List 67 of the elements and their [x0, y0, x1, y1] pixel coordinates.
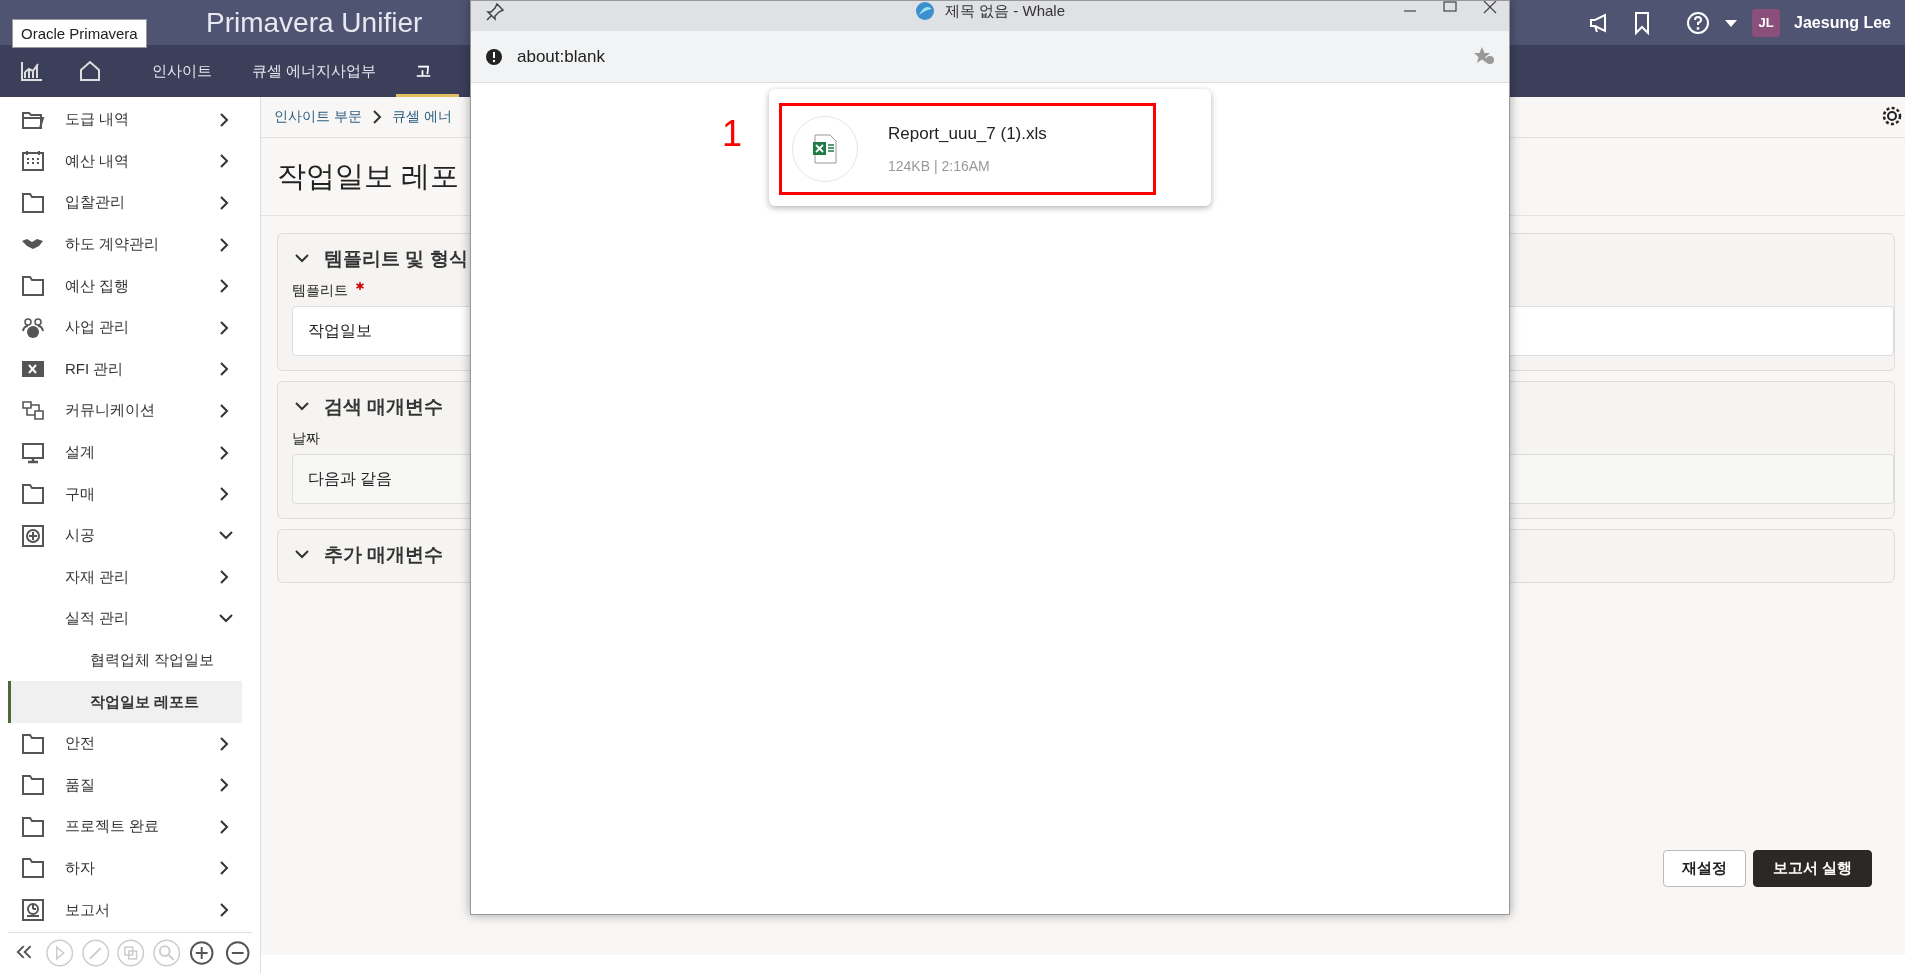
home-icon[interactable] — [78, 60, 102, 82]
chart-icon[interactable] — [20, 60, 44, 82]
folder-icon — [21, 814, 45, 839]
folder-icon — [21, 482, 45, 507]
sidebar-item[interactable]: 사업 관리 — [8, 306, 242, 349]
people-icon — [21, 315, 45, 340]
sidebar-item[interactable]: RFI 관리 — [8, 348, 242, 391]
folder-icon — [21, 191, 45, 215]
field-label: 날짜 — [292, 430, 320, 448]
chevron-right-icon — [371, 110, 382, 124]
info-icon[interactable] — [485, 47, 503, 66]
help-icon[interactable] — [1686, 10, 1711, 35]
sidebar-item[interactable]: 도급 내역 — [8, 99, 242, 141]
user-avatar[interactable]: JL — [1752, 8, 1781, 37]
page-title: 작업일보 레포 — [277, 158, 460, 194]
section-title[interactable]: 추가 매개변수 — [324, 542, 444, 568]
sidebar-item[interactable]: 설계 — [8, 431, 242, 474]
file-name[interactable]: Report_uuu_7 (1).xls — [888, 124, 1047, 144]
address-field[interactable]: about:blank — [517, 46, 605, 67]
folder-icon — [21, 773, 45, 798]
spreadsheet-file-icon[interactable] — [812, 134, 838, 164]
sidebar-item[interactable]: 시공 — [8, 514, 242, 557]
folder-icon — [21, 274, 45, 299]
folder-icon — [21, 856, 45, 881]
breadcrumb-link[interactable]: 인사이트 부문 — [274, 108, 362, 126]
monitor-icon — [21, 440, 45, 465]
nav-tab[interactable]: 인사이트 — [132, 45, 232, 97]
sidebar-item[interactable]: 예산 내역 — [8, 140, 242, 183]
sidebar-item[interactable]: 프로젝트 완료 — [8, 806, 242, 848]
breadcrumb-link[interactable]: 큐셀 에너 — [391, 108, 452, 126]
reset-button[interactable]: 재설정 — [1662, 850, 1746, 887]
sidebar-item[interactable]: 안전 — [8, 722, 242, 765]
sidebar-item[interactable]: 품질 — [8, 764, 242, 807]
plus-box-icon — [21, 523, 45, 548]
communication-icon — [21, 398, 45, 423]
calendar-icon — [21, 149, 45, 174]
file-details: 124KB | 2:16AM — [888, 158, 991, 174]
browser-logo-icon — [915, 1, 935, 21]
sidebar-item[interactable]: 자재 관리 — [8, 556, 242, 599]
window-title: 제목 없음 - Whale — [945, 1, 1065, 21]
star-icon[interactable] — [1473, 46, 1495, 66]
settings-icon[interactable] — [1881, 105, 1903, 127]
nav-tab[interactable]: 큐셀 에너지사업부 — [232, 45, 397, 97]
annotation-number: 1 — [722, 113, 743, 155]
sidebar-item[interactable]: 하자 — [8, 847, 242, 890]
field-label: 템플리트 — [292, 282, 348, 300]
section-title[interactable]: 검색 매개변수 — [324, 394, 444, 420]
sidebar-item[interactable]: 입찰관리 — [8, 182, 242, 224]
sidebar-item[interactable]: 실적 관리 — [8, 598, 242, 640]
section-title[interactable]: 템플리트 및 형식 — [324, 246, 468, 272]
sidebar-item[interactable]: 커뮤니케이션 — [8, 390, 242, 432]
tooltip: Oracle Primavera — [12, 19, 147, 48]
close-icon[interactable] — [1483, 1, 1497, 15]
caret-icon[interactable] — [1724, 17, 1739, 28]
maximize-icon[interactable] — [1443, 1, 1457, 15]
folder-icon — [21, 731, 45, 756]
pin-icon[interactable] — [485, 2, 505, 22]
product-logo: Primavera Unifier — [206, 6, 423, 39]
run-report-button[interactable]: 보고서 실행 — [1752, 850, 1872, 887]
sidebar-item[interactable]: 구매 — [8, 473, 242, 515]
report-icon — [21, 898, 45, 923]
user-name[interactable]: Jaesung Lee — [1794, 13, 1891, 32]
sidebar-item[interactable]: 협력업체 작업일보 — [8, 639, 242, 682]
sidebar-item[interactable]: 보고서 — [8, 889, 242, 931]
sidebar-item[interactable]: 작업일보 레포트 — [8, 681, 242, 723]
sidebar-item[interactable]: 예산 집행 — [8, 265, 242, 307]
sidebar-item[interactable]: 하도 계약관리 — [8, 223, 242, 266]
